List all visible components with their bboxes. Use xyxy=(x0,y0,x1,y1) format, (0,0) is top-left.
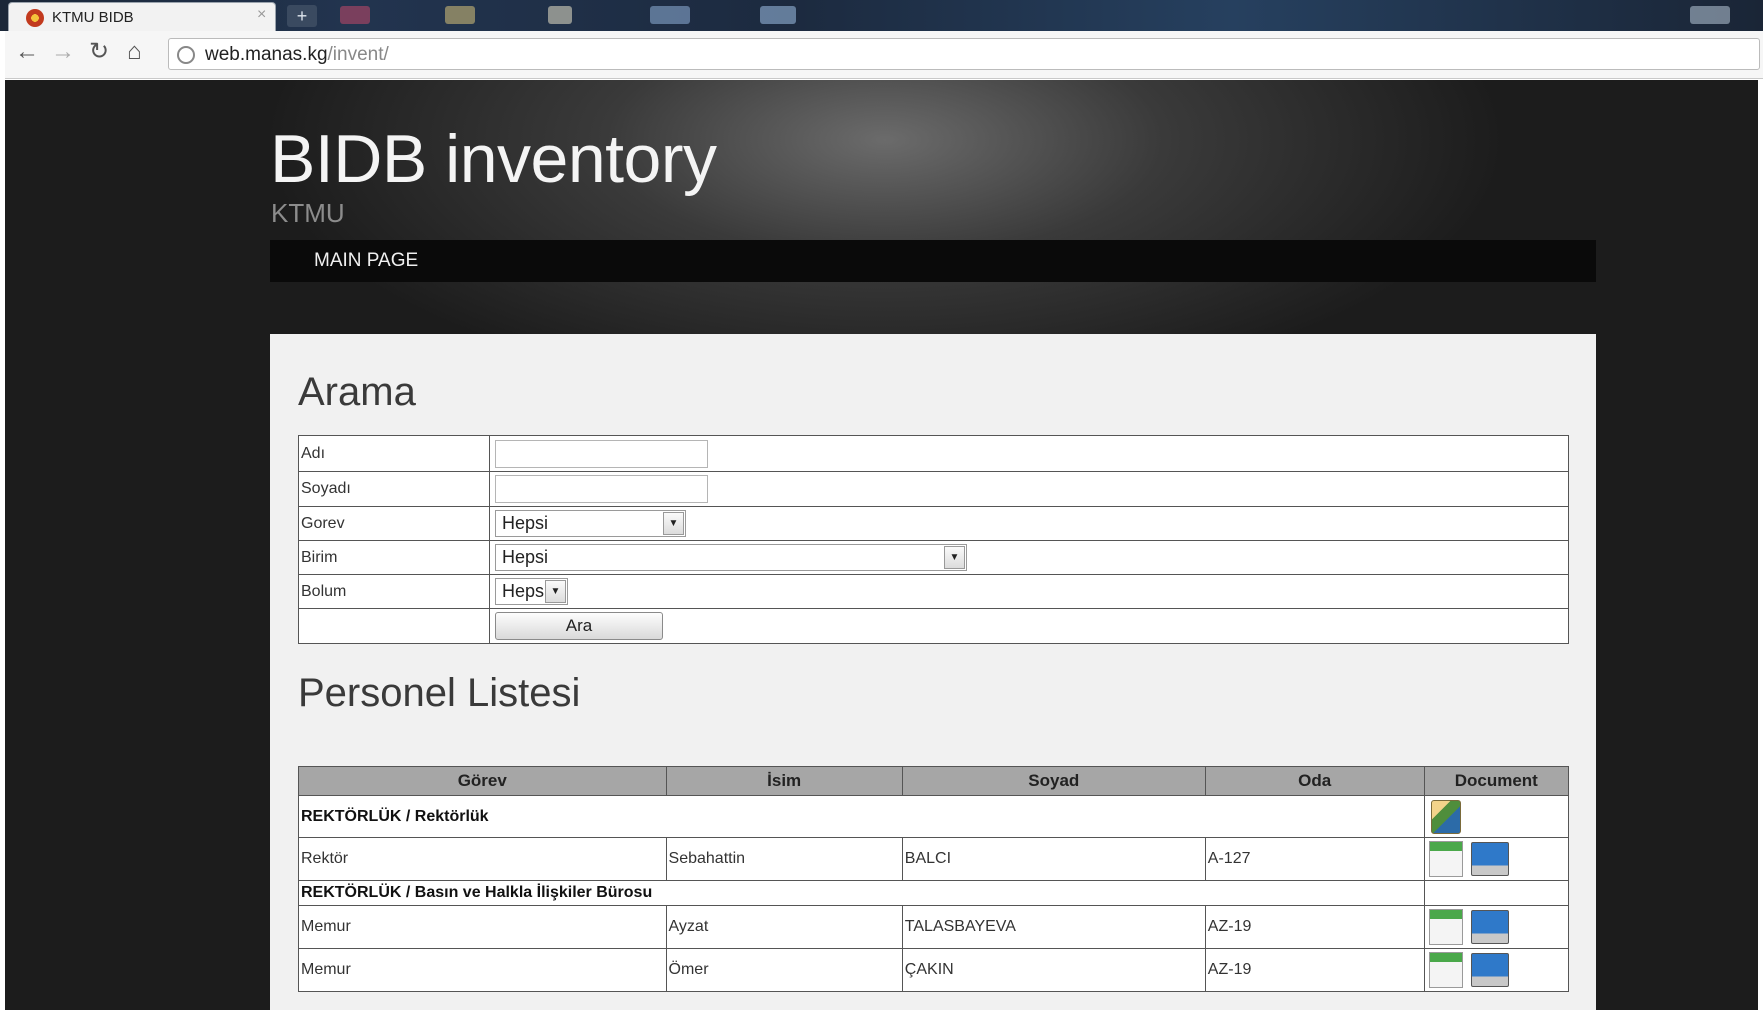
table-row: Rektör Sebahattin BALCI A-127 xyxy=(298,837,1570,881)
bolum-cell: Hepsi ▼ xyxy=(489,574,1569,609)
desktop-decoration xyxy=(340,6,370,24)
nav-main-page-link[interactable]: MAIN PAGE xyxy=(314,250,418,272)
cell-oda: A-127 xyxy=(1204,837,1425,881)
computer-icon[interactable] xyxy=(1471,953,1510,987)
group-document-cell xyxy=(1423,795,1570,838)
book-icon[interactable] xyxy=(1430,799,1461,834)
gorev-select[interactable]: Hepsi ▼ xyxy=(495,510,686,537)
tab-title: KTMU BIDB xyxy=(52,9,134,26)
empty-cell xyxy=(298,608,490,644)
cell-gorev: Memur xyxy=(298,948,667,992)
search-form: Adı Soyadı Gorev Hepsi ▼ Birim Hepsi ▼ B… xyxy=(298,435,1569,644)
personnel-heading: Personel Listesi xyxy=(298,671,581,715)
adi-label: Adı xyxy=(298,435,490,472)
address-bar[interactable]: web.manas.kg/invent/ xyxy=(168,38,1760,70)
table-header-row: Görev İsim Soyad Oda Document xyxy=(298,766,1570,796)
cell-oda: AZ-19 xyxy=(1204,948,1425,992)
form-row-birim: Birim Hepsi ▼ xyxy=(298,540,1569,575)
chevron-down-icon[interactable]: ▼ xyxy=(663,512,684,535)
column-header-document: Document xyxy=(1423,766,1570,796)
bolum-select[interactable]: Hepsi ▼ xyxy=(495,578,568,605)
birim-label: Birim xyxy=(298,540,490,575)
search-heading: Arama xyxy=(298,370,416,414)
group-row: REKTÖRLÜK / Rektörlük xyxy=(298,795,1570,838)
cell-gorev: Memur xyxy=(298,905,667,949)
reload-icon[interactable]: ↻ xyxy=(89,37,109,67)
soyadi-label: Soyadı xyxy=(298,471,490,507)
adi-cell xyxy=(489,435,1569,472)
cell-gorev: Rektör xyxy=(298,837,667,881)
desktop-decoration xyxy=(650,6,690,24)
submit-cell: Ara xyxy=(489,608,1569,644)
url-host: web.manas.kg xyxy=(205,44,328,65)
browser-toolbar: ← → ↻ ⌂ web.manas.kg/invent/ xyxy=(5,31,1763,79)
bolum-selected-value: Hepsi xyxy=(502,581,549,601)
group-title: REKTÖRLÜK / Rektörlük xyxy=(298,795,1425,838)
form-row-adi: Adı xyxy=(298,435,1569,472)
desktop-decoration xyxy=(760,6,796,24)
address-text: web.manas.kg/invent/ xyxy=(205,44,389,66)
personnel-table: Görev İsim Soyad Oda Document REKTÖRLÜK … xyxy=(298,766,1570,992)
page-info-icon[interactable] xyxy=(177,46,195,64)
soyadi-input[interactable] xyxy=(495,475,708,503)
column-header-oda: Oda xyxy=(1204,766,1425,796)
spreadsheet-icon[interactable] xyxy=(1428,909,1463,945)
cell-oda: AZ-19 xyxy=(1204,905,1425,949)
chevron-down-icon[interactable]: ▼ xyxy=(944,546,965,569)
cell-document xyxy=(1423,837,1570,881)
column-header-isim: İsim xyxy=(665,766,903,796)
browser-tab-strip: KTMU BIDB × + xyxy=(0,0,1763,31)
chevron-down-icon[interactable]: ▼ xyxy=(545,580,566,603)
desktop-decoration xyxy=(548,6,572,24)
cell-document xyxy=(1423,905,1570,949)
form-row-soyadi: Soyadı xyxy=(298,471,1569,507)
computer-icon[interactable] xyxy=(1471,910,1510,944)
cell-soyad: ÇAKIN xyxy=(901,948,1206,992)
cell-soyad: BALCI xyxy=(901,837,1206,881)
gorev-label: Gorev xyxy=(298,506,490,541)
new-tab-button[interactable]: + xyxy=(287,5,317,27)
spreadsheet-icon[interactable] xyxy=(1428,841,1463,877)
content-panel: Arama Adı Soyadı Gorev Hepsi ▼ Birim Hep… xyxy=(270,334,1596,1010)
cell-document xyxy=(1423,948,1570,992)
table-row: Memur Ayzat TALASBAYEVA AZ-19 xyxy=(298,905,1570,949)
group-document-cell xyxy=(1423,880,1570,906)
computer-icon[interactable] xyxy=(1471,842,1510,876)
form-row-gorev: Gorev Hepsi ▼ xyxy=(298,506,1569,541)
cell-isim: Ömer xyxy=(665,948,903,992)
gorev-selected-value: Hepsi xyxy=(502,513,549,533)
adi-input[interactable] xyxy=(495,439,708,468)
site-subtitle: KTMU xyxy=(271,198,345,228)
cell-soyad: TALASBAYEVA xyxy=(901,905,1206,949)
site-favicon-icon xyxy=(26,9,44,27)
desktop-decoration xyxy=(445,6,475,24)
cell-isim: Ayzat xyxy=(665,905,903,949)
form-row-bolum: Bolum Hepsi ▼ xyxy=(298,574,1569,609)
forward-icon[interactable]: → xyxy=(51,37,75,67)
group-row: REKTÖRLÜK / Basın ve Halkla İlişkiler Bü… xyxy=(298,880,1570,906)
home-icon[interactable]: ⌂ xyxy=(127,37,142,67)
web-page: BIDB inventory KTMU MAIN PAGE Arama Adı … xyxy=(5,80,1758,1010)
group-title: REKTÖRLÜK / Basın ve Halkla İlişkiler Bü… xyxy=(298,880,1425,906)
cell-isim: Sebahattin xyxy=(665,837,903,881)
column-header-gorev: Görev xyxy=(298,766,667,796)
birim-selected-value: Hepsi xyxy=(502,547,549,567)
form-row-submit: Ara xyxy=(298,608,1569,644)
table-row: Memur Ömer ÇAKIN AZ-19 xyxy=(298,948,1570,992)
gorev-cell: Hepsi ▼ xyxy=(489,506,1569,541)
bolum-label: Bolum xyxy=(298,574,490,609)
column-header-soyad: Soyad xyxy=(901,766,1206,796)
site-title: BIDB inventory xyxy=(270,121,717,197)
birim-select[interactable]: Hepsi ▼ xyxy=(495,544,967,571)
birim-cell: Hepsi ▼ xyxy=(489,540,1569,575)
soyadi-cell xyxy=(489,471,1569,507)
spreadsheet-icon[interactable] xyxy=(1428,952,1463,988)
url-path: /invent/ xyxy=(327,44,389,65)
tab-close-icon[interactable]: × xyxy=(257,6,266,24)
desktop-decoration xyxy=(1690,6,1730,24)
browser-tab[interactable]: KTMU BIDB × xyxy=(8,2,276,31)
search-button[interactable]: Ara xyxy=(495,612,663,640)
main-navigation: MAIN PAGE xyxy=(270,240,1596,282)
back-icon[interactable]: ← xyxy=(15,37,39,67)
